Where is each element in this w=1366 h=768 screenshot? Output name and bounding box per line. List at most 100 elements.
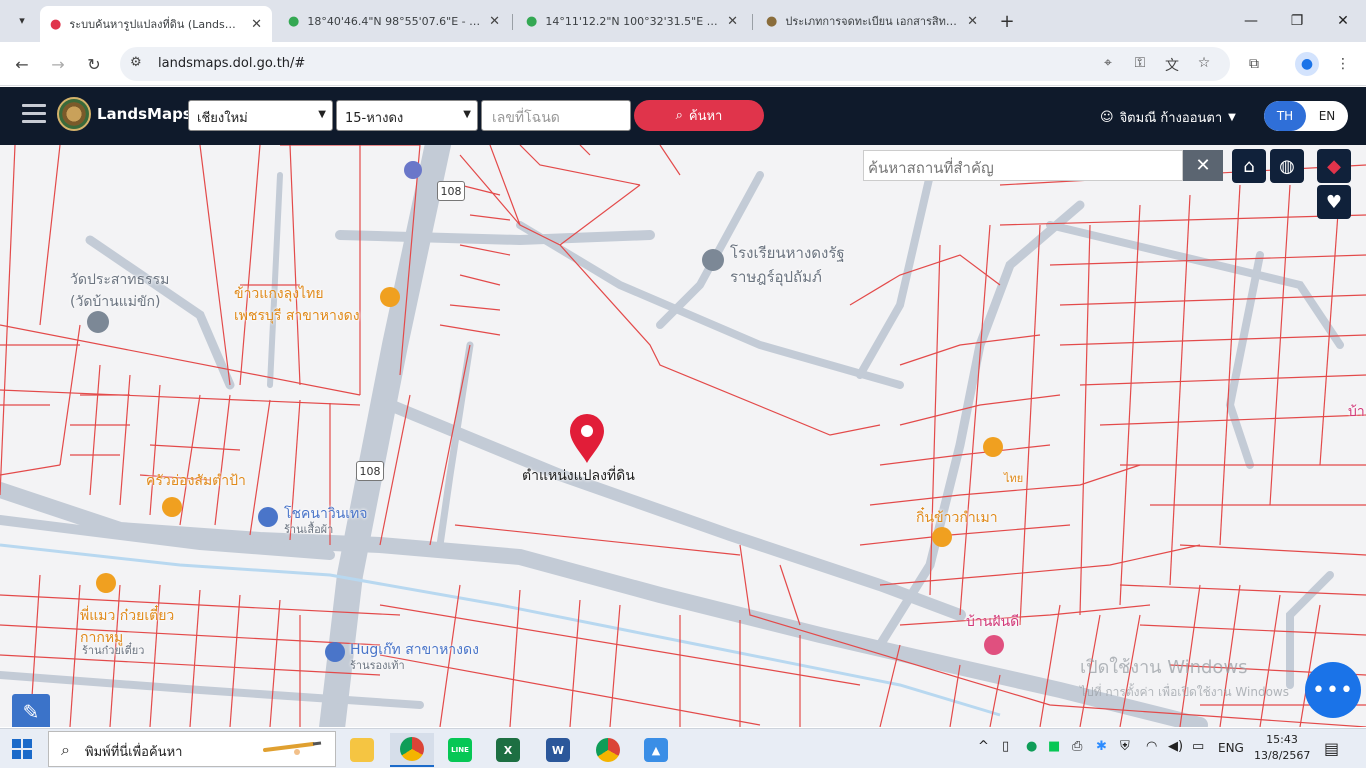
brand-name: LandsMaps [97, 105, 192, 123]
measure-tool-button[interactable]: ✎ [12, 694, 50, 727]
word-icon: W [546, 738, 570, 762]
user-menu[interactable]: ☺ จิตมณี ก้างออนตา ▼ [1100, 107, 1236, 128]
taskbar-chrome-active[interactable] [390, 733, 434, 767]
reload-button[interactable]: ↻ [80, 50, 108, 78]
taskbar-search-input[interactable]: ⌕ พิมพ์ที่นี่เพื่อค้นหา [48, 731, 336, 767]
shield-icon[interactable]: ⛨ [1120, 739, 1130, 754]
reload-icon: ↻ [87, 54, 101, 74]
volume-icon[interactable]: ◀) [1168, 739, 1183, 754]
forward-button[interactable]: → [44, 50, 72, 78]
language-toggle: TH EN [1264, 101, 1348, 131]
dol-seal-icon: ● [766, 13, 778, 29]
line-tray-icon[interactable]: ■ [1048, 739, 1060, 754]
taskbar-photos[interactable]: ▲ [634, 733, 678, 767]
basemap-button[interactable]: ◍ [1270, 149, 1304, 183]
province-select[interactable]: เชียงใหม่ ▼ [188, 100, 333, 131]
tab-divider [512, 14, 513, 30]
hamburger-menu-icon[interactable] [22, 104, 46, 124]
browser-toolbar: ← → ↻ ⚙ landsmaps.dol.go.th/# ⌖ ⚿ 文 ☆ ⧉ … [0, 42, 1366, 86]
taskbar-chrome[interactable] [586, 733, 630, 767]
chevron-down-icon: ▼ [463, 109, 471, 120]
heart-icon: ♥ [1325, 191, 1343, 213]
taskbar-line[interactable]: LINE [438, 733, 482, 767]
close-icon[interactable]: ✕ [489, 14, 500, 29]
layers-button[interactable]: ◆ [1317, 149, 1351, 183]
profile-button[interactable]: ● [1295, 52, 1319, 76]
poi-noodle-sublabel: ร้านก๋วยเตี๋ยว [82, 644, 145, 657]
favorites-button[interactable]: ♥ [1317, 185, 1351, 219]
tray-chevron-up-icon[interactable]: ^ [978, 739, 989, 754]
input-language[interactable]: ENG [1218, 741, 1244, 755]
close-icon[interactable]: ✕ [251, 17, 262, 32]
site-info-icon[interactable]: ⚙ [130, 55, 142, 70]
translate-icon[interactable]: 文 [1162, 55, 1182, 75]
tab-google-maps-1[interactable]: ● 18°40'46.4"N 98°55'07.6"E - Goo ✕ [278, 6, 510, 36]
taskbar-file-explorer[interactable] [340, 733, 384, 767]
restore-button[interactable]: ❐ [1274, 8, 1320, 34]
close-icon: ✕ [1195, 155, 1211, 176]
land-parcel-map[interactable]: 108 108 โรงเรียนหางดงรัฐ ราษฎร์อุปถัมภ์ … [0, 145, 1366, 727]
more-options-button[interactable]: ••• [1305, 662, 1361, 718]
restore-icon: ❐ [1290, 13, 1304, 29]
new-tab-button[interactable]: + [994, 8, 1020, 34]
clock-date: 13/8/2567 [1254, 749, 1311, 762]
security-icon[interactable]: ● [1026, 739, 1037, 754]
landsmaps-header: LandsMaps เชียงใหม่ ▼ 15-หางดง ▼ เลขที่โ… [0, 87, 1366, 145]
lang-en-button[interactable]: EN [1306, 101, 1348, 131]
place-search-clear-button[interactable]: ✕ [1183, 150, 1223, 181]
poi-temple-label[interactable]: วัดประสาทธรรม (วัดบ้านแม่ขัก) [70, 269, 169, 313]
place-search-input[interactable]: ค้นหาสถานที่สำคัญ [863, 150, 1183, 181]
close-icon[interactable]: ✕ [727, 14, 738, 29]
deed-number-input[interactable]: เลขที่โฉนด [481, 100, 631, 131]
key-icon[interactable]: ⚿ [1130, 55, 1150, 71]
parcel-location-pin [570, 414, 604, 463]
poi-restaurant-label[interactable]: ครัวอ่องสัมตำป้า [146, 470, 246, 492]
usb-icon[interactable]: ▯ [1002, 739, 1009, 754]
close-window-button[interactable]: ✕ [1320, 8, 1366, 34]
star-icon[interactable]: ☆ [1194, 55, 1214, 71]
tab-dol-registration[interactable]: ● ประเภทการจดทะเบียน เอกสารสิทธิ์ แ ✕ [756, 6, 988, 36]
tab-title: ระบบค้นหารูปแปลงที่ดิน (LandsMaps) [69, 18, 246, 31]
watermark-subtitle: ไปที่ การตั้งค่า เพื่อเปิดใช้งาน Windows [1080, 685, 1289, 699]
taskbar-word[interactable]: W [536, 733, 580, 767]
taskbar-excel[interactable]: X [486, 733, 530, 767]
tab-title: 18°40'46.4"N 98°55'07.6"E - Goo [307, 14, 484, 28]
browser-menu-button[interactable]: ⋮ [1331, 52, 1355, 76]
location-icon[interactable]: ⌖ [1098, 55, 1118, 71]
road-108-shield: 108 [437, 181, 465, 201]
notification-icon[interactable]: ▤ [1324, 739, 1339, 758]
puzzle-icon: ⧉ [1249, 56, 1259, 72]
printer-icon[interactable]: ⎙ [1072, 739, 1082, 754]
poi-thai-label[interactable]: ไทย [1004, 469, 1023, 487]
tab-title: 14°11'12.2"N 100°32'31.5"E - Go [545, 14, 722, 28]
ruler-icon: ✎ [22, 700, 40, 724]
lang-th-button[interactable]: TH [1264, 101, 1306, 131]
wifi-icon[interactable]: ◠ [1146, 739, 1157, 754]
windows-activation-watermark: เปิดใช้งาน Windows ไปที่ การตั้งค่า เพื่… [1080, 652, 1289, 702]
windows-start-icon[interactable] [12, 739, 32, 759]
district-select[interactable]: 15-หางดง ▼ [336, 100, 478, 131]
tab-search-menu-button[interactable]: ▾ [8, 6, 36, 34]
person-icon: ☺ [1100, 110, 1114, 125]
poi-edge-label[interactable]: บ้า [1348, 401, 1365, 423]
poi-baan-label[interactable]: บ้านฝันดี [966, 611, 1019, 633]
bluetooth-icon[interactable]: ✱ [1096, 739, 1107, 754]
battery-icon[interactable]: ▭ [1192, 739, 1204, 754]
url-text: landsmaps.dol.go.th/# [158, 56, 306, 71]
taskbar-clock[interactable]: 15:43 13/8/2567 [1254, 732, 1310, 764]
minimize-button[interactable]: — [1228, 8, 1274, 34]
search-button[interactable]: ⌕ ค้นหา [634, 100, 764, 131]
poi-restaurant-label[interactable]: ข้าวแกงลุงไทย เพชรบุรี สาขาหางดง [234, 283, 360, 327]
address-bar[interactable]: ⚙ landsmaps.dol.go.th/# ⌖ ⚿ 文 ☆ [120, 47, 1230, 81]
globe-icon: ◍ [1279, 155, 1295, 177]
poi-restaurant-label[interactable]: กิ๋นข้าวกำเมา [916, 507, 998, 529]
extensions-button[interactable]: ⧉ [1242, 52, 1266, 76]
back-button[interactable]: ← [8, 50, 36, 78]
more-horizontal-icon: ••• [1312, 677, 1354, 703]
tab-google-maps-2[interactable]: ● 14°11'12.2"N 100°32'31.5"E - Go ✕ [516, 6, 748, 36]
poi-school-label[interactable]: โรงเรียนหางดงรัฐ ราษฎร์อุปถัมภ์ [730, 241, 845, 289]
district-value: 15-หางดง [345, 111, 404, 126]
close-icon[interactable]: ✕ [967, 14, 978, 29]
tab-landsmaps[interactable]: ● ระบบค้นหารูปแปลงที่ดิน (LandsMaps) ✕ [40, 6, 272, 42]
home-button[interactable]: ⌂ [1232, 149, 1266, 183]
